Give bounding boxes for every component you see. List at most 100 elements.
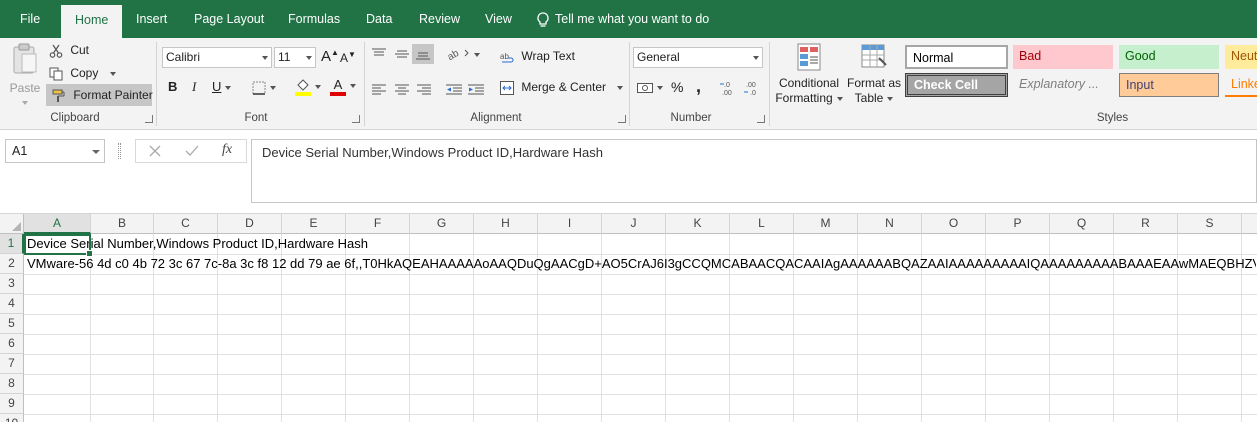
format-as-table-button[interactable]: Format as Table [846,42,902,106]
comma-style-button[interactable]: , [696,76,701,97]
font-size-select[interactable]: 11 [274,47,316,68]
column-header-k[interactable]: K [666,214,730,234]
tab-view[interactable]: View [485,0,512,38]
column-header-l[interactable]: L [730,214,794,234]
enter-check-icon[interactable] [185,145,199,157]
format-painter-button[interactable]: Format Painter [46,84,153,106]
style-bad[interactable]: Bad [1013,45,1113,69]
row-header-9[interactable]: 9 [0,394,24,414]
tab-formulas[interactable]: Formulas [288,0,340,38]
column-header-n[interactable]: N [858,214,922,234]
row-header-10[interactable]: 10 [0,414,24,422]
column-header-partial[interactable] [1242,214,1257,234]
column-header-s[interactable]: S [1178,214,1242,234]
top-align-icon[interactable] [372,48,386,60]
cancel-icon[interactable] [149,145,161,157]
tab-file[interactable]: File [20,0,40,38]
tab-home[interactable]: Home [61,5,123,38]
alignment-launcher-icon[interactable] [618,115,626,123]
align-center-icon[interactable] [395,84,409,96]
fill-color-button[interactable] [295,78,321,96]
column-header-p[interactable]: P [986,214,1050,234]
grow-font-button[interactable]: A▲ [321,48,339,65]
name-box[interactable]: A1 [5,139,105,163]
percent-style-button[interactable]: % [671,79,683,95]
orientation-icon[interactable]: ab [447,46,471,60]
row-header-4[interactable]: 4 [0,294,24,314]
orientation-dropdown-icon[interactable] [474,53,480,57]
increase-decimal-icon[interactable]: .0.00 [720,80,740,96]
borders-button[interactable] [252,80,276,95]
style-input[interactable]: Input [1119,73,1219,97]
wrap-text-button[interactable]: ab Wrap Text [500,49,575,64]
accounting-format-button[interactable] [637,80,663,95]
column-header-e[interactable]: E [282,214,346,234]
decrease-decimal-icon[interactable]: .00.0 [744,80,764,96]
tell-me-search[interactable]: Tell me what you want to do [536,0,709,38]
middle-align-icon[interactable] [395,48,409,60]
style-linked-cell[interactable]: Linke [1225,73,1257,97]
formula-input[interactable]: Device Serial Number,Windows Product ID,… [251,139,1257,203]
row-header-1[interactable]: 1 [0,234,24,254]
conditional-formatting-button[interactable]: Conditional Formatting [775,42,843,106]
column-header-o[interactable]: O [922,214,986,234]
group-separator [769,42,770,126]
bold-button[interactable]: B [168,79,177,94]
row-header-2[interactable]: 2 [0,254,24,274]
font-color-button[interactable]: A [330,78,356,96]
align-left-icon[interactable] [372,84,386,96]
column-header-j[interactable]: J [602,214,666,234]
style-normal[interactable]: Normal [905,45,1008,69]
bottom-align-button[interactable] [412,44,434,64]
font-name-select[interactable]: Calibri [162,47,272,68]
row-header-3[interactable]: 3 [0,274,24,294]
grow-font-icon: A [321,48,332,65]
worksheet-grid[interactable]: A B C D E F G H I J K L M N O P Q R S 1 … [0,214,1257,422]
column-header-b[interactable]: B [91,214,154,234]
font-launcher-icon[interactable] [352,115,360,123]
clipboard-launcher-icon[interactable] [145,115,153,123]
tab-data[interactable]: Data [366,0,392,38]
row-header-7[interactable]: 7 [0,354,24,374]
chevron-down-icon [259,48,271,67]
italic-button[interactable]: I [192,79,196,95]
column-header-d[interactable]: D [218,214,282,234]
style-good[interactable]: Good [1119,45,1219,69]
formula-bar-grip-icon[interactable] [118,143,121,159]
paste-button[interactable]: Paste [8,42,42,105]
decrease-indent-icon[interactable] [446,84,462,96]
copy-button[interactable]: Copy [49,64,116,82]
merge-center-button[interactable]: Merge & Center [500,80,624,95]
row-header-5[interactable]: 5 [0,314,24,334]
cell-a2[interactable]: VMware-56 4d c0 4b 72 3c 67 7c-8a 3c f8 … [27,254,1256,274]
column-header-i[interactable]: I [538,214,602,234]
row-header-8[interactable]: 8 [0,374,24,394]
row-header-6[interactable]: 6 [0,334,24,354]
style-neutral[interactable]: Neut [1225,45,1257,69]
insert-function-icon[interactable]: fx [222,142,232,158]
cut-button[interactable]: Cut [49,41,89,59]
tab-page-layout[interactable]: Page Layout [194,0,264,38]
underline-button[interactable]: U [212,79,232,94]
column-header-r[interactable]: R [1114,214,1178,234]
tell-me-label: Tell me what you want to do [555,12,710,26]
tab-review[interactable]: Review [419,0,460,38]
number-format-select[interactable]: General [633,47,763,68]
cell-a1[interactable]: Device Serial Number,Windows Product ID,… [27,234,1256,254]
column-header-a[interactable]: A [24,214,91,234]
shrink-font-button[interactable]: A▼ [340,50,356,65]
merge-center-label: Merge & Center [521,80,607,94]
column-header-m[interactable]: M [794,214,858,234]
number-launcher-icon[interactable] [757,115,765,123]
column-header-q[interactable]: Q [1050,214,1114,234]
tab-insert[interactable]: Insert [136,0,167,38]
style-explanatory[interactable]: Explanatory ... [1013,73,1113,97]
style-check-cell[interactable]: Check Cell [905,73,1008,97]
select-all-button[interactable] [0,214,24,234]
column-header-f[interactable]: F [346,214,410,234]
align-right-icon[interactable] [417,84,431,96]
column-header-g[interactable]: G [410,214,474,234]
column-header-h[interactable]: H [474,214,538,234]
increase-indent-icon[interactable] [468,84,484,96]
column-header-c[interactable]: C [154,214,218,234]
